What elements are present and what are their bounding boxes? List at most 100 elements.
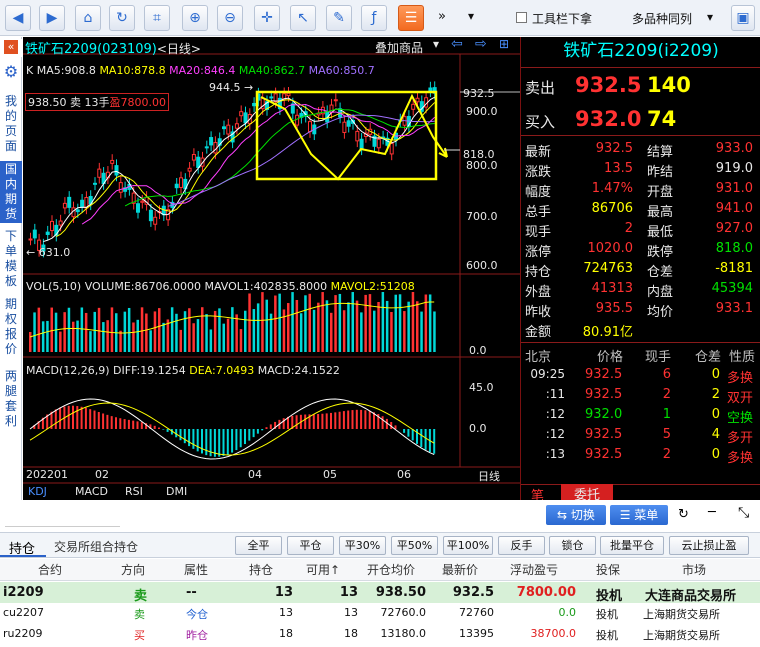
ma-legend: K MA5:908.8 MA10:878.8 MA20:846.4 MA40:8… bbox=[26, 64, 375, 77]
dropdown-icon[interactable]: ▾ bbox=[468, 9, 474, 23]
cell-open-avg: 938.50 bbox=[375, 585, 426, 600]
col-hedge[interactable]: 投保 bbox=[596, 561, 620, 578]
col-position[interactable]: 持仓 bbox=[249, 561, 273, 578]
refresh-icon[interactable]: ↻ bbox=[109, 5, 135, 31]
close-100-button[interactable]: 平100% bbox=[443, 536, 493, 555]
col-contract[interactable]: 合约 bbox=[38, 561, 62, 578]
vol-legend: VOL(5,10) VOLUME:86706.0000 MAVOL1:40283… bbox=[26, 280, 415, 293]
cell-contract[interactable]: ru2209 bbox=[3, 627, 43, 640]
x-label: 06 bbox=[397, 468, 411, 481]
sidebar-item-order-template[interactable]: 下单模板 bbox=[0, 229, 22, 291]
col-direction[interactable]: 方向 bbox=[121, 561, 145, 578]
zoom-in-icon[interactable]: ⊕ bbox=[182, 5, 208, 31]
lock-button[interactable]: 锁仓 bbox=[549, 536, 596, 555]
expand-icon[interactable]: ⤡ bbox=[738, 505, 749, 521]
tick-price: 932.5 bbox=[585, 387, 623, 402]
position-label: 938.50 卖 13手盈7800.00 bbox=[25, 93, 169, 111]
buy-price[interactable]: 932.0 bbox=[575, 107, 641, 131]
overlay-label[interactable]: 叠加商品 bbox=[375, 39, 423, 56]
quote-label: 外盘 bbox=[525, 285, 552, 300]
more-icon[interactable]: » bbox=[438, 9, 446, 24]
tick-time: :12 bbox=[545, 427, 565, 441]
sidebar-item-options-quote[interactable]: 期权报价 bbox=[0, 297, 22, 359]
tick-time: 09:25 bbox=[530, 367, 565, 381]
col-attribute[interactable]: 属性 bbox=[184, 561, 208, 578]
gear-icon[interactable]: ⚙ bbox=[0, 64, 22, 80]
batch-close-button[interactable]: 批量平仓 bbox=[600, 536, 664, 555]
indicator-tab-dmi[interactable]: DMI bbox=[166, 485, 187, 498]
reverse-button[interactable]: 反手 bbox=[498, 536, 545, 555]
col-market[interactable]: 市场 bbox=[682, 561, 706, 578]
vol-tick: 0.0 bbox=[469, 344, 487, 357]
close-all-button[interactable]: 全平 bbox=[235, 536, 282, 555]
low-mark: ← 631.0 bbox=[26, 246, 71, 259]
layout-icon[interactable]: ▣ bbox=[731, 5, 755, 31]
quote-label: 结算 bbox=[647, 145, 674, 160]
quote-label: 最新 bbox=[525, 145, 552, 160]
sidebar-item-domestic-futures[interactable]: 国内期货 bbox=[0, 161, 22, 223]
cell-available: 13 bbox=[339, 585, 358, 600]
x-label: 04 bbox=[248, 468, 262, 481]
buy-qty: 74 bbox=[647, 107, 677, 131]
quote-label: 现手 bbox=[525, 225, 552, 240]
forward-arrow-icon[interactable]: ▶ bbox=[39, 5, 65, 31]
chart-maximize-icon[interactable]: ⊞ bbox=[499, 37, 509, 51]
cross-cursor-icon[interactable]: ✛ bbox=[254, 5, 280, 31]
cloud-stop-button[interactable]: 云止损止盈 bbox=[669, 536, 749, 555]
list-menu-icon[interactable]: ☰ bbox=[398, 5, 424, 31]
tab-combo-positions[interactable]: 交易所组合持仓 bbox=[54, 538, 138, 555]
close-50-button[interactable]: 平50% bbox=[391, 536, 438, 555]
quote-label: 最低 bbox=[647, 225, 674, 240]
multi-product-label[interactable]: 多品种同列 bbox=[632, 10, 692, 27]
pointer-icon[interactable]: ↖ bbox=[290, 5, 316, 31]
tick-time: :13 bbox=[545, 447, 565, 461]
indicator-tab-macd[interactable]: MACD bbox=[75, 485, 108, 498]
home-icon[interactable]: ⌂ bbox=[75, 5, 101, 31]
overlay-dropdown-icon[interactable]: ▾ bbox=[433, 37, 439, 51]
col-open-avg[interactable]: 开仓均价 bbox=[367, 561, 415, 578]
quote-value: 13.5 bbox=[604, 161, 633, 176]
sell-price[interactable]: 932.5 bbox=[575, 73, 641, 97]
sidebar-item-spread-arbitrage[interactable]: 两腿套利 bbox=[0, 369, 22, 431]
close-button[interactable]: 平仓 bbox=[287, 536, 334, 555]
cell-position: 13 bbox=[274, 585, 293, 600]
zoom-out-icon[interactable]: ⊖ bbox=[217, 5, 243, 31]
toolbar-checkbox[interactable] bbox=[516, 12, 527, 23]
minimize-icon[interactable]: ─ bbox=[708, 505, 716, 520]
switch-button[interactable]: ⇆ 切换 bbox=[546, 505, 606, 525]
buy-label: 买入 bbox=[525, 113, 556, 131]
cell-contract[interactable]: i2209 bbox=[3, 585, 44, 600]
cell-available: 13 bbox=[344, 606, 358, 619]
macd-legend: MACD(12,26,9) DIFF:19.1254 DEA:7.0493 MA… bbox=[26, 364, 340, 377]
col-available[interactable]: 可用↑ bbox=[306, 561, 340, 578]
cell-direction: 卖 bbox=[134, 608, 145, 621]
back-arrow-icon[interactable]: ◀ bbox=[5, 5, 31, 31]
tick-qty: 2 bbox=[662, 387, 671, 402]
collapse-icon[interactable]: « bbox=[0, 39, 22, 57]
y-tick: 800.0 bbox=[466, 159, 498, 172]
draw-icon[interactable]: ✎ bbox=[326, 5, 352, 31]
col-float-pnl[interactable]: 浮动盈亏 bbox=[510, 561, 558, 578]
kline-chart[interactable]: 铁矿石2209(023109)<日线> 叠加商品 ▾ ⇦ ⇨ ⊞ K MA5:9… bbox=[23, 36, 520, 500]
chart-next-icon[interactable]: ⇨ bbox=[475, 36, 487, 52]
refresh-icon[interactable]: ↻ bbox=[678, 507, 689, 522]
col-last[interactable]: 最新价 bbox=[442, 561, 478, 578]
quote-label: 涨停 bbox=[525, 245, 552, 260]
tab-orders[interactable]: 委托 bbox=[561, 484, 613, 503]
tick-type: 多开 bbox=[727, 431, 754, 446]
formula-icon[interactable]: ƒ bbox=[361, 5, 387, 31]
multi-dropdown-icon[interactable]: ▾ bbox=[707, 10, 713, 24]
indicator-tab-kdj[interactable]: KDJ bbox=[28, 485, 47, 498]
order-input[interactable] bbox=[5, 507, 120, 527]
chart-prev-icon[interactable]: ⇦ bbox=[451, 36, 463, 52]
indicator-tab-rsi[interactable]: RSI bbox=[125, 485, 143, 498]
cell-contract[interactable]: cu2207 bbox=[3, 606, 44, 619]
crop-icon[interactable]: ⌗ bbox=[144, 5, 170, 31]
quote-label: 涨跌 bbox=[525, 165, 552, 180]
sidebar-item-my-page[interactable]: 我的页面 bbox=[0, 94, 22, 154]
menu-button[interactable]: ☰ 菜单 bbox=[610, 505, 668, 525]
cell-direction: 买 bbox=[134, 629, 145, 642]
cell-market: 大连商品交易所 bbox=[645, 589, 737, 604]
y-tick: 600.0 bbox=[466, 259, 498, 272]
close-30-button[interactable]: 平30% bbox=[339, 536, 386, 555]
